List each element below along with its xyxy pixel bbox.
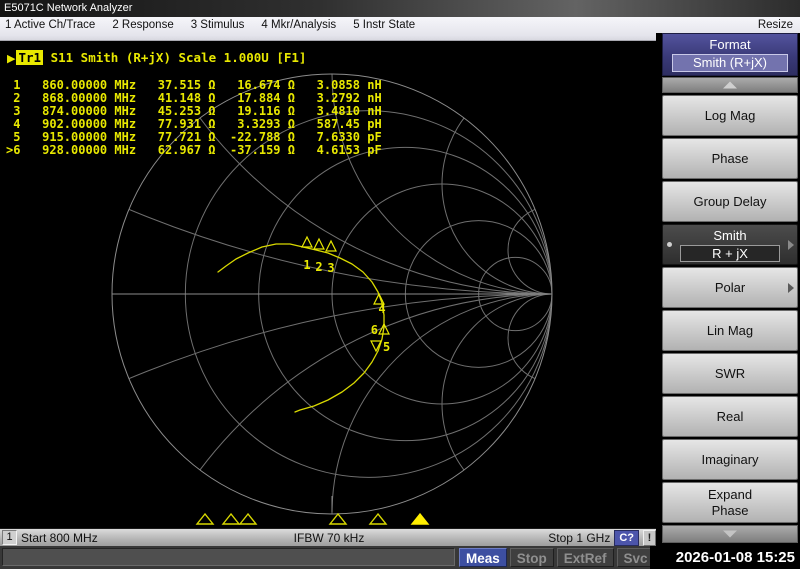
softkey-group-delay[interactable]: Group Delay [662,181,798,222]
triangle-up-icon [723,81,737,89]
resize-button[interactable]: Resize [758,19,793,31]
softkey-label: Smith [713,227,747,243]
menu-item[interactable]: 1 Active Ch/Trace [5,19,95,31]
trace-title: S11 Smith (R+jX) Scale 1.000U [F1] [43,50,307,65]
softkey-label: Real [716,408,744,424]
s11-trace [217,243,385,413]
ifbw-label: IFBW 70 kHz [293,530,365,545]
svg-text:6: 6 [371,323,378,337]
softkey-expand-phase[interactable]: Expand Phase [662,482,798,523]
status-badge-extref: ExtRef [556,548,614,567]
chart-marker-6: 6 [371,322,390,337]
softkey-swr[interactable]: SWR [662,353,798,394]
selected-dot-icon [667,241,672,247]
softkey-menu-value: Smith (R+jX) [672,54,788,72]
status-badge-meas: Meas [459,548,507,567]
stimulus-marker [238,512,258,525]
scroll-up-button[interactable] [662,77,798,93]
stimulus-marker [195,512,215,525]
softkey-real[interactable]: Real [662,396,798,437]
softkey-buttons: Log Mag Phase Group Delay Smith R + jX Polar L… [662,95,798,523]
softkey-lin-mag[interactable]: Lin Mag [662,310,798,351]
menu-item[interactable]: 5 Instr State [353,19,415,31]
svg-text:1: 1 [303,258,310,272]
menu-item[interactable]: 4 Mkr/Analysis [261,19,336,31]
submenu-arrow-icon [788,282,794,293]
active-trace-arrow-icon: ▶ [7,52,16,65]
marker-row: >6 928.00000 MHz 62.967 Ω -37.159 Ω 4.61… [6,143,382,157]
chart-marker-2: 2 [313,237,325,274]
scroll-down-button[interactable] [662,525,798,543]
svg-text:3: 3 [327,261,334,275]
softkey-imaginary[interactable]: Imaginary [662,439,798,480]
softkey-sidebar: Format Smith (R+jX) Log Mag Phase Group De… [656,33,800,546]
softkey-phase[interactable]: Phase [662,138,798,179]
submenu-arrow-icon [788,239,794,250]
stimulus-marker [221,512,241,525]
menu-item[interactable]: 2 Response [112,19,173,31]
softkey-label: Group Delay [693,193,767,209]
stimulus-marker-active [410,512,430,525]
softkey-log-mag[interactable]: Log Mag [662,95,798,136]
svg-text:4: 4 [378,302,385,316]
softkey-menu-header: Format Smith (R+jX) [662,33,798,76]
menu-item[interactable]: 3 Stimulus [191,19,245,31]
softkey-label: Lin Mag [706,322,754,338]
softkey-label: Expand Phase [707,486,753,518]
stimulus-marker [328,512,348,525]
softkey-label: Log Mag [704,107,756,123]
title-bar: E5071C Network Analyzer [0,0,800,17]
stimulus-status-bar: 1 Start 800 MHz IFBW 70 kHz Stop 1 GHz C… [0,528,658,546]
status-badge-stop: Stop [509,548,554,567]
message-panel [2,548,455,566]
softkey-label: SWR [714,365,746,381]
marker-table: 1 860.00000 MHz 37.515 Ω 16.674 Ω 3.0858… [6,79,382,157]
chart-marker-1: 1 [301,235,313,272]
softkey-label: Imaginary [701,451,759,467]
app-window: E5071C Network Analyzer 1 Active Ch/Trac… [0,0,800,569]
softkey-smith[interactable]: Smith R + jX [662,224,798,265]
svg-text:5: 5 [383,340,390,354]
softkey-label: Phase [711,150,749,166]
plot-area: 123 465 ▶ Tr1 S11 Smith (R+jX) Scale 1.000… [0,41,658,528]
status-badge-svc: Svc [616,548,655,567]
status-badges: Meas Stop ExtRef Svc [459,548,655,567]
chart-marker-3: 3 [325,239,337,275]
datetime-label: 2026-01-08 15:25 [650,546,800,569]
softkey-label: Polar [714,279,746,295]
stimulus-marker [368,512,388,525]
svg-text:2: 2 [315,260,322,274]
instrument-status-bar: Meas Stop ExtRef Svc 2026-01-08 15:25 [0,546,800,569]
trace-header: ▶ Tr1 S11 Smith (R+jX) Scale 1.000U [F1] [7,50,306,65]
chart-marker-5: 5 [370,340,390,354]
softkey-polar[interactable]: Polar [662,267,798,308]
trace-badge: Tr1 [16,50,44,65]
window-title: E5071C Network Analyzer [4,2,133,14]
menu-items: 1 Active Ch/Trace 2 Response 3 Stimulus 4 M… [5,19,415,31]
triangle-down-icon [723,530,737,538]
softkey-value: R + jX [680,244,780,262]
softkey-menu-title: Format [709,37,751,52]
